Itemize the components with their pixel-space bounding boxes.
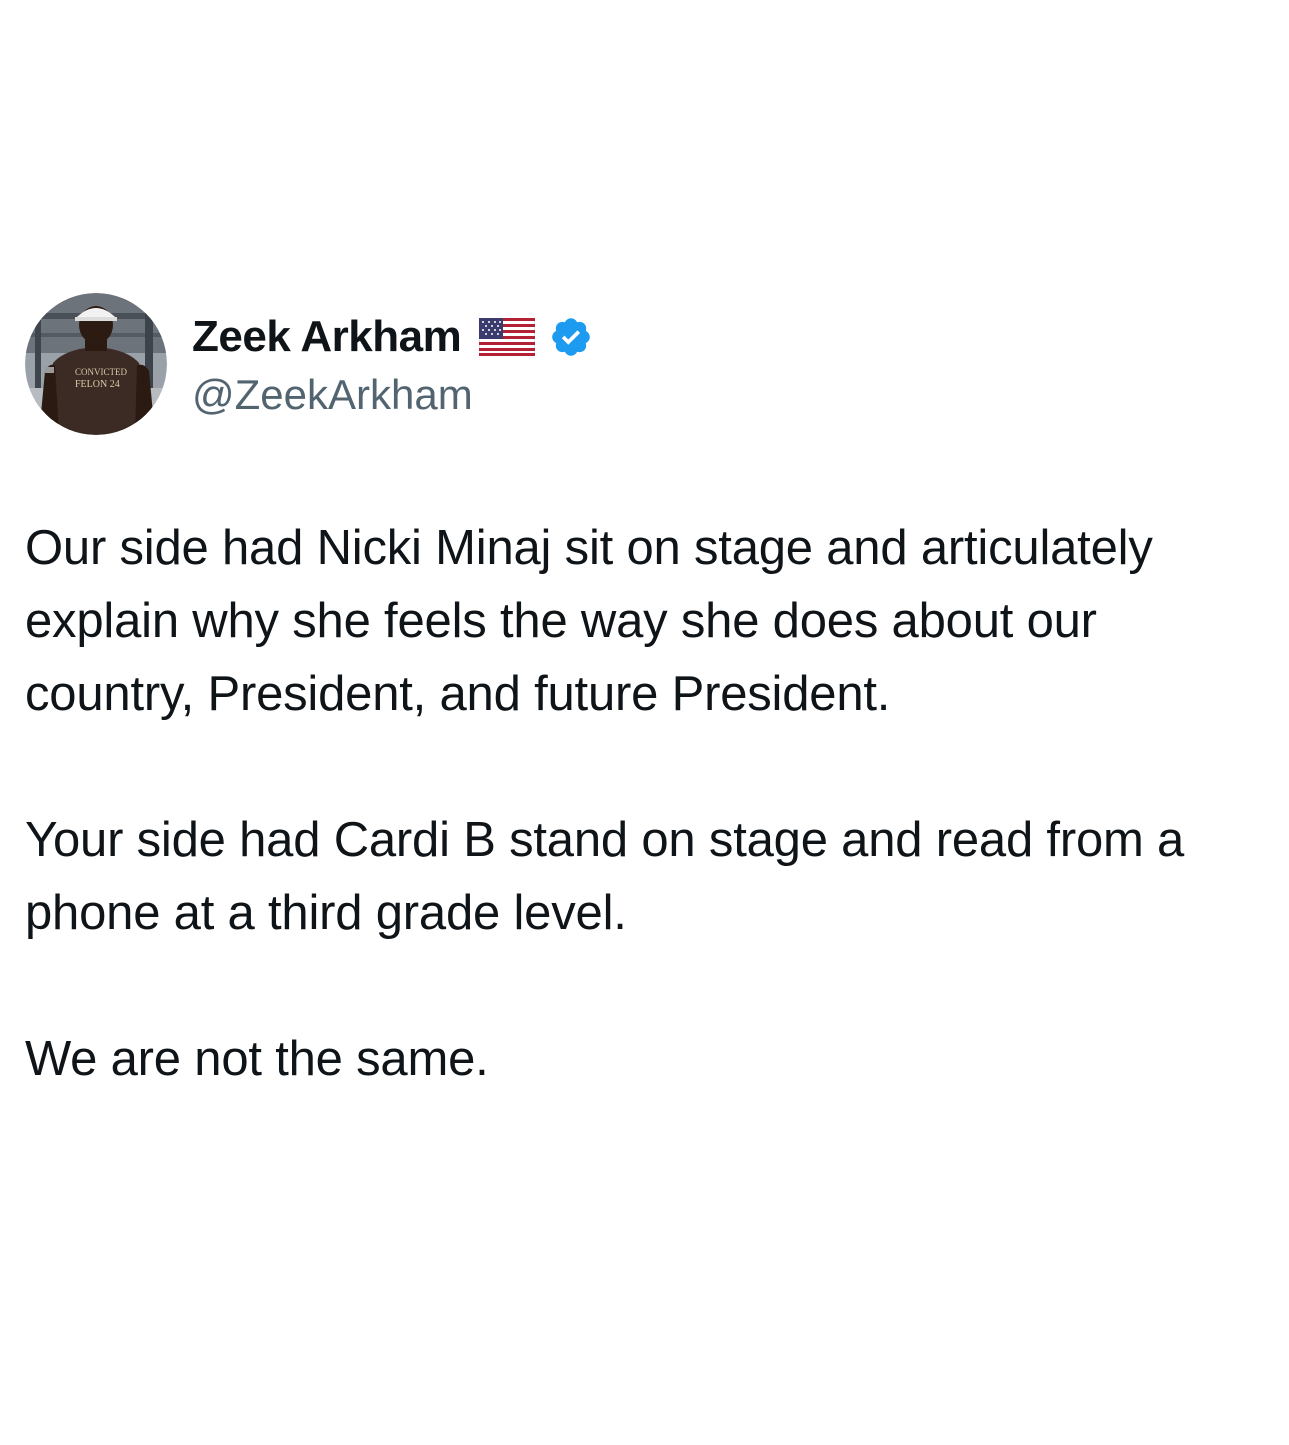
author-names: Zeek Arkham @ZeekArkham xyxy=(192,309,593,419)
us-flag-icon xyxy=(478,317,536,357)
tweet-paragraph: Our side had Nicki Minaj sit on stage an… xyxy=(25,521,1153,721)
author-name-row: Zeek Arkham xyxy=(192,309,593,365)
svg-text:CONVICTED: CONVICTED xyxy=(75,367,127,377)
tweet-text: Our side had Nicki Minaj sit on stage an… xyxy=(25,512,1275,1096)
author-handle[interactable]: @ZeekArkham xyxy=(192,371,593,419)
verified-badge-icon xyxy=(549,315,593,359)
svg-text:FELON 24: FELON 24 xyxy=(75,379,120,390)
tweet-header: CONVICTED FELON 24 Zeek Arkham @ZeekArkh… xyxy=(25,292,593,436)
avatar[interactable]: CONVICTED FELON 24 xyxy=(25,293,167,435)
tweet-paragraph: We are not the same. xyxy=(25,1032,489,1086)
avatar-photo-icon: CONVICTED FELON 24 xyxy=(25,293,167,435)
tweet-card: CONVICTED FELON 24 Zeek Arkham @ZeekArkh… xyxy=(0,0,1289,1445)
tweet-paragraph: Your side had Cardi B stand on stage and… xyxy=(25,813,1185,940)
display-name[interactable]: Zeek Arkham xyxy=(192,312,462,362)
